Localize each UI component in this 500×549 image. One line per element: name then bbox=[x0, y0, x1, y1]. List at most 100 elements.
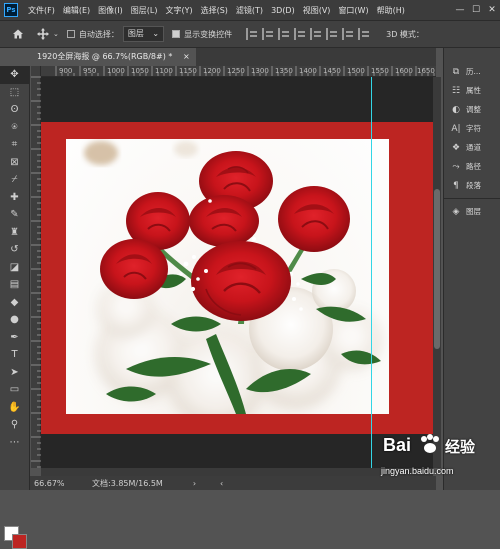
mode-3d-label: 3D 模式： bbox=[386, 29, 424, 39]
move-tool-icon[interactable]: ✥ bbox=[0, 66, 29, 84]
menu-file[interactable]: 文件(F) bbox=[24, 5, 59, 16]
type-tool-icon[interactable]: T bbox=[0, 346, 29, 364]
panel-dock: ⧉ 历... ☷ 属性 ◐ 调整 A| 字符 ❖ 通道 ⤳ 路径 ¶ 段落 ◈ … bbox=[443, 48, 500, 490]
quick-select-tool-icon[interactable]: ⍟ bbox=[0, 119, 29, 137]
rose-bouquet-illustration bbox=[84, 141, 381, 414]
rectangle-tool-icon[interactable]: ▭ bbox=[0, 381, 29, 399]
menu-edit[interactable]: 编辑(E) bbox=[59, 5, 94, 16]
show-transform-checkbox[interactable] bbox=[172, 30, 181, 38]
zoom-level[interactable]: 66.67% bbox=[34, 479, 82, 488]
panel-character[interactable]: A| 字符 bbox=[444, 119, 500, 138]
rose-photo[interactable] bbox=[66, 139, 389, 414]
ruler-label: 1300 bbox=[251, 67, 269, 75]
red-background-layer[interactable] bbox=[41, 122, 433, 434]
crop-tool-icon[interactable]: ⌗ bbox=[0, 136, 29, 154]
menu-select[interactable]: 选择(S) bbox=[197, 5, 232, 16]
vertical-scroll-thumb[interactable] bbox=[434, 189, 440, 349]
panel-layers[interactable]: ◈ 图层 bbox=[444, 202, 500, 221]
horizontal-ruler[interactable]: 900 950 1000 1050 1100 1150 1200 1250 13… bbox=[41, 66, 436, 77]
align-center-icon[interactable] bbox=[262, 28, 274, 40]
ruler-label: 1450 bbox=[323, 67, 341, 75]
path-selection-tool-icon[interactable]: ➤ bbox=[0, 364, 29, 382]
pen-tool-icon[interactable]: ✒ bbox=[0, 329, 29, 347]
align-buttons bbox=[244, 28, 372, 40]
ruler-label: 1250 bbox=[227, 67, 245, 75]
guide-line[interactable] bbox=[371, 77, 372, 468]
lasso-tool-icon[interactable]: ʘ bbox=[0, 101, 29, 119]
vertical-scrollbar[interactable] bbox=[433, 77, 441, 468]
menu-window[interactable]: 窗口(W) bbox=[334, 5, 372, 16]
menu-filter[interactable]: 滤镜(T) bbox=[232, 5, 267, 16]
healing-brush-tool-icon[interactable]: ✚ bbox=[0, 189, 29, 207]
dodge-tool-icon[interactable]: ● bbox=[0, 311, 29, 329]
move-tool-preset-icon[interactable]: ⌄ bbox=[36, 27, 59, 41]
ruler-label: 1350 bbox=[275, 67, 293, 75]
document-tab[interactable]: 1920全屏海报 @ 66.7%(RGB/8#) * × bbox=[31, 48, 196, 66]
history-brush-tool-icon[interactable]: ↺ bbox=[0, 241, 29, 259]
options-bar: ⌄ 自动选择： 图层 ⌄ 显示变换控件 3D 模式： bbox=[0, 20, 500, 48]
align-left-icon[interactable] bbox=[246, 28, 258, 40]
minimize-icon[interactable]: — bbox=[452, 0, 468, 20]
ruler-label: 1200 bbox=[203, 67, 221, 75]
panel-history[interactable]: ⧉ 历... bbox=[444, 62, 500, 81]
document-tab-title: 1920全屏海报 @ 66.7%(RGB/8#) * bbox=[37, 52, 173, 61]
document-tab-bar: 1920全屏海报 @ 66.7%(RGB/8#) * × bbox=[31, 48, 436, 66]
background-color-swatch[interactable] bbox=[12, 534, 27, 549]
menu-type[interactable]: 文字(Y) bbox=[161, 5, 196, 16]
gradient-tool-icon[interactable]: ▤ bbox=[0, 276, 29, 294]
chevron-right-icon[interactable]: › bbox=[193, 479, 196, 488]
frame-tool-icon[interactable]: ⊠ bbox=[0, 154, 29, 172]
more-options-icon[interactable] bbox=[358, 28, 370, 40]
eyedropper-tool-icon[interactable]: ⌿ bbox=[0, 171, 29, 189]
menu-help[interactable]: 帮助(H) bbox=[373, 5, 409, 16]
panel-properties[interactable]: ☷ 属性 bbox=[444, 81, 500, 100]
menu-layer[interactable]: 图层(L) bbox=[127, 5, 162, 16]
show-transform-group: 显示变换控件 bbox=[170, 29, 232, 40]
maximize-icon[interactable]: ☐ bbox=[468, 0, 484, 20]
paths-icon: ⤳ bbox=[452, 161, 460, 172]
show-transform-label: 显示变换控件 bbox=[184, 29, 233, 39]
chevron-down-icon: ⌄ bbox=[152, 29, 160, 38]
ruler-label: 1600 bbox=[395, 67, 413, 75]
align-right-icon[interactable] bbox=[278, 28, 290, 40]
menu-image[interactable]: 图像(I) bbox=[94, 5, 127, 16]
channels-icon: ❖ bbox=[451, 142, 461, 153]
auto-select-dropdown[interactable]: 图层 ⌄ bbox=[122, 26, 165, 42]
panel-adjustments[interactable]: ◐ 调整 bbox=[444, 100, 500, 119]
menu-3d[interactable]: 3D(D) bbox=[267, 6, 299, 15]
align-bottom-icon[interactable] bbox=[326, 28, 338, 40]
properties-icon: ☷ bbox=[451, 85, 461, 96]
auto-select-group: 自动选择： 图层 ⌄ bbox=[65, 26, 165, 42]
chevron-left-icon[interactable]: ‹ bbox=[220, 479, 223, 488]
clone-stamp-tool-icon[interactable]: ♜ bbox=[0, 224, 29, 242]
blur-tool-icon[interactable]: ◆ bbox=[0, 294, 29, 312]
align-middle-icon[interactable] bbox=[310, 28, 322, 40]
panel-paragraph[interactable]: ¶ 段落 bbox=[444, 176, 500, 195]
color-swatches[interactable] bbox=[4, 526, 27, 549]
close-tab-icon[interactable]: × bbox=[183, 52, 190, 61]
ruler-ticks bbox=[31, 76, 41, 468]
ruler-label: 1400 bbox=[299, 67, 317, 75]
marquee-tool-icon[interactable]: ⬚ bbox=[0, 84, 29, 102]
character-icon: A| bbox=[451, 123, 461, 134]
brush-tool-icon[interactable]: ✎ bbox=[0, 206, 29, 224]
panel-paths[interactable]: ⤳ 路径 bbox=[444, 157, 500, 176]
document-size: 文档:3.85M/16.5M bbox=[92, 478, 163, 488]
menu-view[interactable]: 视图(V) bbox=[299, 5, 335, 16]
more-tools-icon[interactable]: ⋯ bbox=[0, 434, 29, 452]
home-icon[interactable] bbox=[12, 28, 24, 40]
eraser-tool-icon[interactable]: ◪ bbox=[0, 259, 29, 277]
distribute-icon[interactable] bbox=[342, 28, 354, 40]
align-top-icon[interactable] bbox=[294, 28, 306, 40]
hand-tool-icon[interactable]: ✋ bbox=[0, 399, 29, 417]
zoom-tool-icon[interactable]: ⚲ bbox=[0, 416, 29, 434]
close-icon[interactable]: ✕ bbox=[484, 0, 500, 20]
panel-label: 历... bbox=[466, 67, 481, 76]
vertical-ruler[interactable] bbox=[31, 66, 41, 468]
panel-label: 字符 bbox=[466, 124, 481, 133]
canvas-area[interactable] bbox=[41, 77, 433, 468]
auto-select-checkbox[interactable] bbox=[66, 30, 75, 38]
paragraph-icon: ¶ bbox=[453, 180, 459, 191]
panel-channels[interactable]: ❖ 通道 bbox=[444, 138, 500, 157]
ruler-label: 950 bbox=[83, 67, 97, 75]
